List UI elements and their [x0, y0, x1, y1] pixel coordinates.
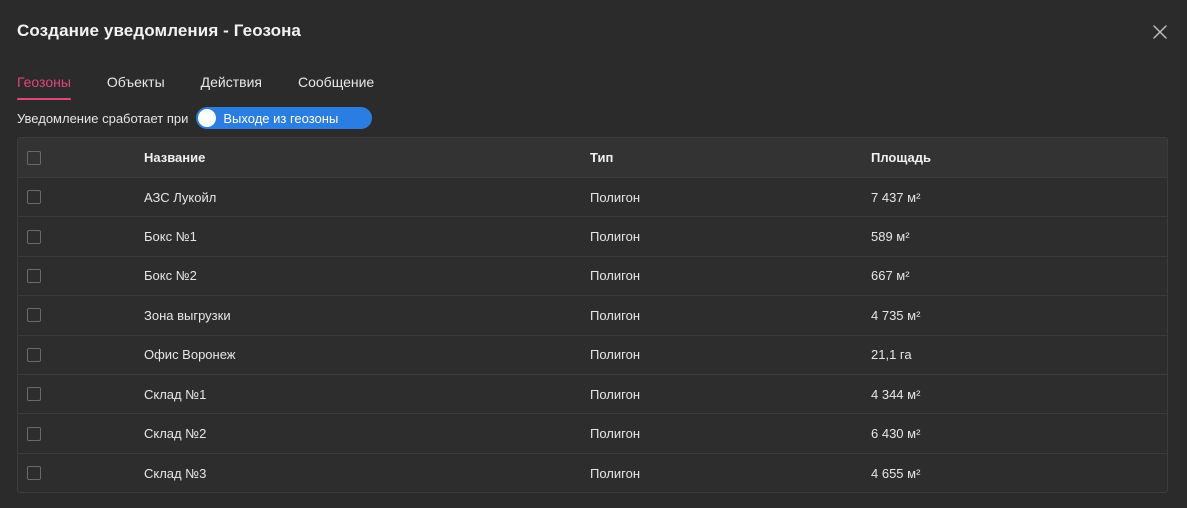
row-area: 7 437 м²	[871, 189, 921, 205]
row-checkbox[interactable]	[27, 268, 41, 283]
row-area: 4 655 м²	[871, 465, 921, 481]
row-name: Склад №1	[144, 386, 207, 402]
column-header-type[interactable]: Тип	[590, 138, 613, 177]
table-header: Название Тип Площадь	[18, 138, 1167, 178]
notification-dialog: Создание уведомления - Геозона Геозоны О…	[0, 0, 1187, 508]
close-button[interactable]	[1151, 23, 1169, 41]
row-area: 4 344 м²	[871, 386, 921, 402]
row-area: 4 735 м²	[871, 307, 921, 323]
row-area: 21,1 га	[871, 347, 912, 363]
row-checkbox[interactable]	[27, 308, 41, 323]
table-row[interactable]: Зона выгрузки Полигон 4 735 м²	[18, 296, 1167, 336]
dialog-title: Создание уведомления - Геозона	[17, 21, 301, 40]
row-area: 589 м²	[871, 229, 910, 245]
row-name: Склад №2	[144, 426, 207, 442]
table-row[interactable]: АЗС Лукойл Полигон 7 437 м²	[18, 178, 1167, 218]
trigger-row: Уведомление сработает при Выходе из геоз…	[17, 107, 373, 129]
trigger-toggle[interactable]: Выходе из геозоны	[196, 107, 373, 129]
row-type: Полигон	[590, 426, 641, 442]
row-checkbox[interactable]	[27, 466, 41, 481]
table-row[interactable]: Склад №1 Полигон 4 344 м²	[18, 375, 1167, 415]
row-type: Полигон	[590, 307, 641, 323]
row-type: Полигон	[590, 386, 641, 402]
row-name: Бокс №2	[144, 268, 197, 284]
table-row[interactable]: Бокс №1 Полигон 589 м²	[18, 217, 1167, 257]
trigger-label: Уведомление сработает при	[17, 110, 189, 126]
column-header-area[interactable]: Площадь	[871, 138, 931, 177]
select-all-checkbox[interactable]	[27, 150, 41, 165]
row-checkbox[interactable]	[27, 387, 41, 402]
table-row[interactable]: Бокс №2 Полигон 667 м²	[18, 257, 1167, 297]
row-type: Полигон	[590, 268, 641, 284]
row-area: 6 430 м²	[871, 426, 921, 442]
row-area: 667 м²	[871, 268, 910, 284]
tab-geozones[interactable]: Геозоны	[17, 74, 71, 100]
toggle-knob	[198, 109, 217, 127]
row-checkbox[interactable]	[27, 347, 41, 362]
row-checkbox[interactable]	[27, 229, 41, 244]
tab-bar: Геозоны Объекты Действия Сообщение	[17, 74, 410, 100]
tab-message[interactable]: Сообщение	[298, 74, 374, 100]
geozones-table: Название Тип Площадь АЗС Лукойл Полигон …	[17, 137, 1168, 493]
table-row[interactable]: Офис Воронеж Полигон 21,1 га	[18, 336, 1167, 375]
row-name: АЗС Лукойл	[144, 189, 217, 205]
row-checkbox[interactable]	[27, 190, 41, 205]
column-header-name[interactable]: Название	[144, 138, 205, 177]
row-name: Офис Воронеж	[144, 347, 236, 363]
row-checkbox[interactable]	[27, 426, 41, 441]
tab-actions[interactable]: Действия	[201, 74, 262, 100]
table-row[interactable]: Склад №2 Полигон 6 430 м²	[18, 414, 1167, 454]
row-type: Полигон	[590, 229, 641, 245]
close-icon	[1153, 25, 1167, 39]
row-type: Полигон	[590, 465, 641, 481]
row-type: Полигон	[590, 347, 641, 363]
toggle-label: Выходе из геозоны	[223, 110, 339, 126]
row-name: Зона выгрузки	[144, 307, 231, 323]
table-row[interactable]: Склад №3 Полигон 4 655 м²	[18, 454, 1167, 492]
row-name: Склад №3	[144, 465, 207, 481]
row-name: Бокс №1	[144, 229, 197, 245]
row-type: Полигон	[590, 189, 641, 205]
tab-objects[interactable]: Объекты	[107, 74, 165, 100]
